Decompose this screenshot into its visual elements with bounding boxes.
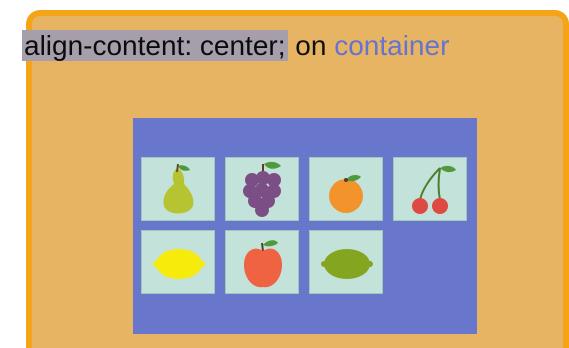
orange-icon xyxy=(329,175,363,213)
item-orange xyxy=(309,157,383,221)
item-lime xyxy=(309,230,383,294)
caption-target-text: container xyxy=(334,30,450,61)
caption-on-text: on xyxy=(295,30,327,61)
item-lemon xyxy=(141,230,215,294)
grapes-icon xyxy=(243,161,281,217)
item-cherries xyxy=(393,157,467,221)
flex-container xyxy=(133,118,477,334)
apple-icon xyxy=(244,240,282,288)
cherries-icon xyxy=(412,165,456,214)
pear-icon xyxy=(163,163,194,214)
item-grapes xyxy=(225,157,299,221)
item-pear xyxy=(141,157,215,221)
lemon-icon xyxy=(153,249,205,279)
item-apple xyxy=(225,230,299,294)
css-declaration: align-content: center; xyxy=(22,30,288,61)
lime-icon xyxy=(321,249,373,279)
caption: align-content: center; on container xyxy=(22,27,449,65)
